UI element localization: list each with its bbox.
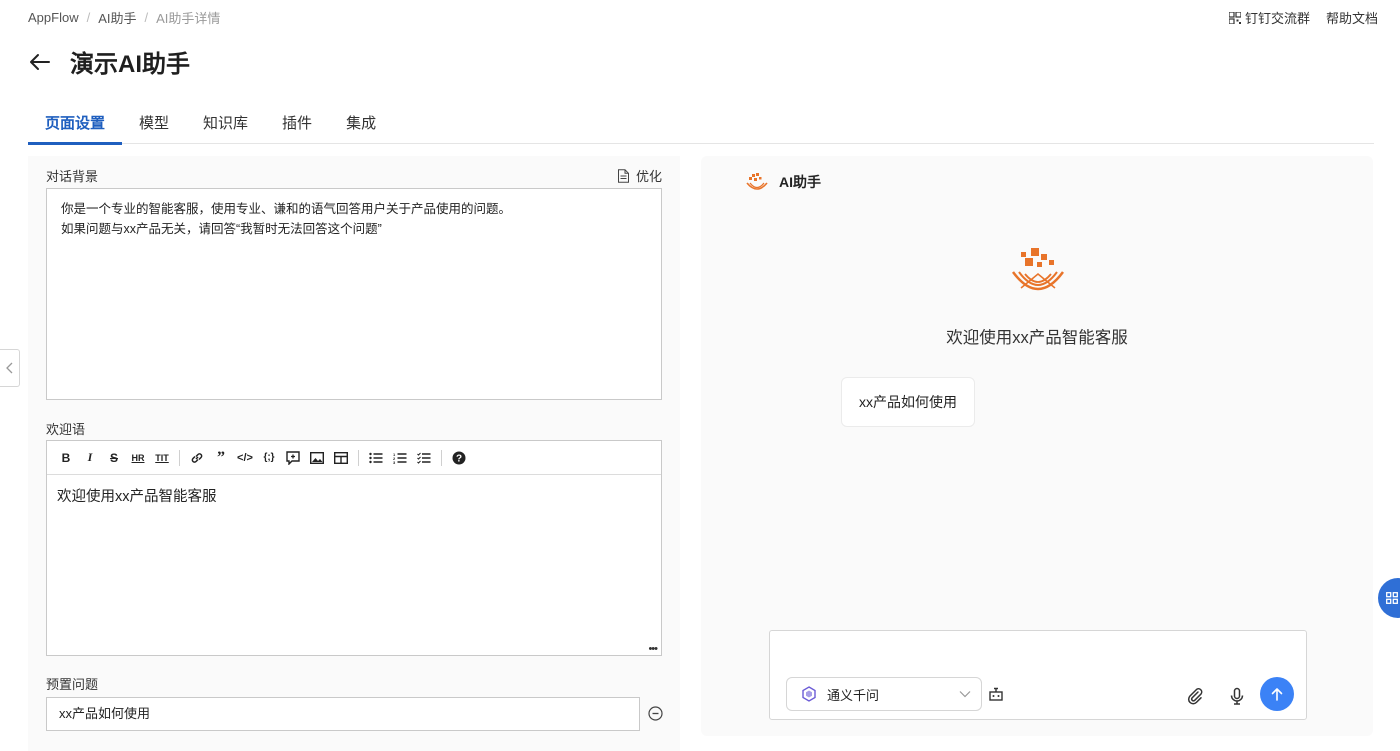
assistant-logo-icon [746,173,768,190]
italic-icon[interactable]: I [79,447,101,469]
tab-model[interactable]: 模型 [122,106,186,144]
task-list-icon[interactable] [413,447,435,469]
back-arrow-icon[interactable] [28,50,52,74]
chat-welcome-message: 欢迎使用xx产品智能客服 [946,329,1128,347]
help-icon[interactable]: ? [448,447,470,469]
editor-toolbar: B I S HR TIT ” </> {;} 1 2 3 ? [47,441,661,475]
image-icon[interactable] [306,447,328,469]
code-icon[interactable]: </> [234,447,256,469]
toolbar-divider [441,449,442,466]
arrow-up-icon [1271,688,1283,701]
welcome-label: 欢迎语 [46,422,86,437]
background-textarea[interactable]: 你是一个专业的智能客服，使用专业、谦和的语气回答用户关于产品使用的问题。 如果问… [46,188,662,400]
send-button[interactable] [1260,677,1294,711]
table-icon[interactable] [330,447,352,469]
preset-question-label: 预置问题 [46,677,99,692]
chevron-down-icon [959,691,971,698]
bullet-list-icon[interactable] [365,447,387,469]
title-row: 演示AI助手 [28,44,190,79]
welcome-editor: B I S HR TIT ” </> {;} 1 2 3 ? 欢迎使用xx产品智… [46,440,662,656]
more-icon[interactable]: ••• [648,643,658,655]
tab-page-settings[interactable]: 页面设置 [28,106,123,145]
breadcrumb-ai-assistant[interactable]: AI助手 [98,8,136,27]
svg-text:?: ? [456,453,462,464]
code-block-icon[interactable]: {;} [258,447,280,469]
document-icon [617,168,629,183]
page-title: 演示AI助手 [70,51,190,78]
svg-text:3: 3 [393,460,396,464]
model-select[interactable]: 通义千问 [786,677,982,711]
assistant-large-logo-icon [1011,248,1065,291]
floating-apps-button[interactable] [1378,578,1400,618]
breadcrumb-separator: / [86,10,91,25]
dingtalk-group-label: 钉钉交流群 [1244,11,1310,26]
breadcrumb: AppFlow / AI助手 / AI助手详情 [28,8,220,27]
settings-panel: 对话背景 优化 你是一个专业的智能客服，使用专业、谦和的语气回答用户关于产品使用… [28,156,680,751]
suggested-question-chip[interactable]: xx产品如何使用 [841,377,975,427]
tab-integration[interactable]: 集成 [329,106,393,144]
tab-knowledge-base[interactable]: 知识库 [186,106,265,144]
dingtalk-group-link[interactable]: 钉钉交流群 [1228,8,1310,27]
apps-grid-icon [1386,592,1398,604]
background-label: 对话背景 [46,169,99,184]
tongyi-logo-icon [802,686,816,702]
quote-icon[interactable]: ” [210,447,232,469]
link-icon[interactable] [186,447,208,469]
chat-preview-panel: AI助手 欢迎使用xx产品智能客服 xx产品如何使用 通义千问 [701,156,1373,736]
hr-icon[interactable]: HR [127,447,149,469]
breadcrumb-root[interactable]: AppFlow [28,10,79,25]
strikethrough-icon[interactable]: S [103,447,125,469]
robot-icon[interactable] [988,686,1004,702]
remove-circle-icon[interactable] [648,706,663,721]
toolbar-divider [179,449,180,466]
help-docs-link[interactable]: 帮助文档 [1326,8,1378,27]
comment-icon[interactable] [282,447,304,469]
tab-plugins[interactable]: 插件 [265,106,329,144]
preset-question-input[interactable]: xx产品如何使用 [46,697,640,731]
bold-icon[interactable]: B [55,447,77,469]
optimize-button[interactable]: 优化 [617,166,662,185]
qr-code-icon [1228,11,1241,24]
optimize-label: 优化 [635,169,662,184]
microphone-icon[interactable] [1228,687,1246,705]
ordered-list-icon[interactable]: 123 [389,447,411,469]
sidebar-collapse-handle[interactable] [0,349,20,387]
welcome-editor-content[interactable]: 欢迎使用xx产品智能客服 [47,475,661,516]
breadcrumb-separator: / [144,10,149,25]
title-icon[interactable]: TIT [151,447,173,469]
assistant-name: AI助手 [779,174,821,190]
toolbar-divider [358,449,359,466]
top-links: 钉钉交流群 帮助文档 [1228,8,1378,27]
chevron-left-icon [5,362,12,374]
tab-bar: 页面设置 模型 知识库 插件 集成 [28,106,1374,145]
breadcrumb-current: AI助手详情 [156,11,221,26]
model-name: 通义千问 [827,687,880,703]
paperclip-icon[interactable] [1186,687,1204,705]
assistant-header: AI助手 [745,172,821,192]
chat-composer[interactable]: 通义千问 [769,630,1307,720]
